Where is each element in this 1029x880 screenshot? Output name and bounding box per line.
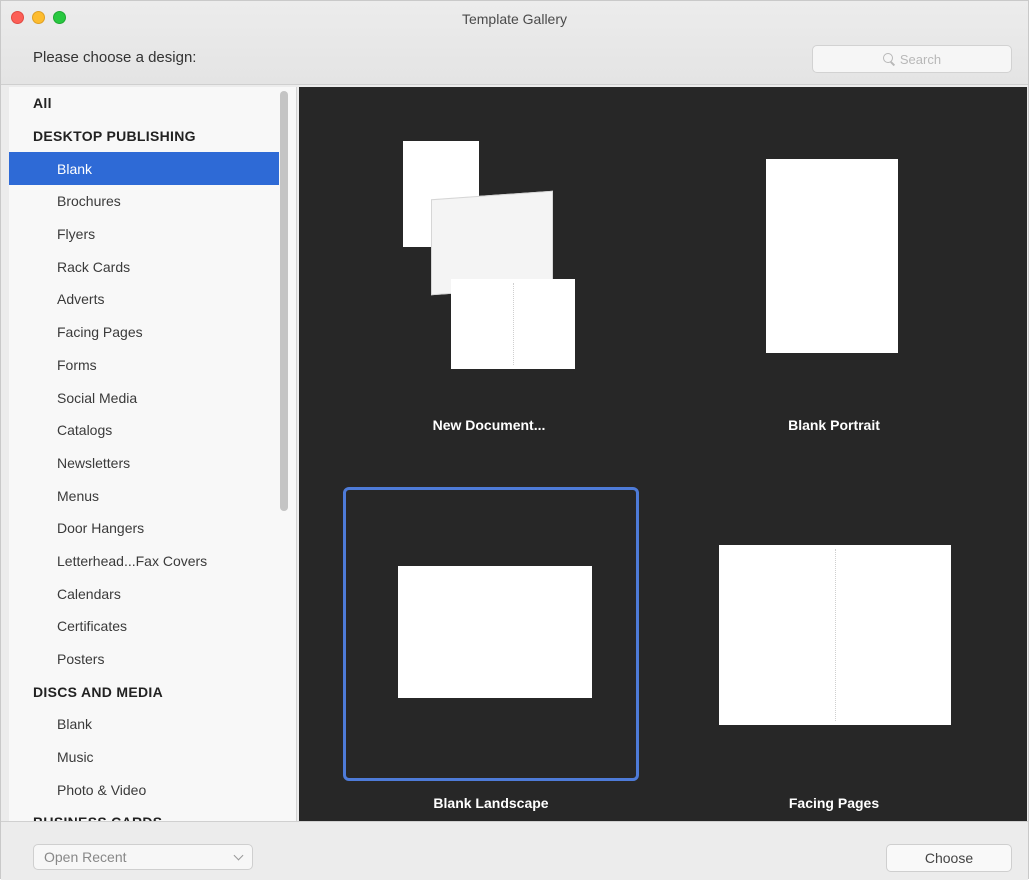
sidebar-item-forms[interactable]: Forms [9, 349, 277, 382]
search-icon [882, 53, 895, 65]
facing-pages-thumbnail [719, 545, 951, 725]
template-new-document[interactable]: New Document... [359, 127, 619, 447]
sidebar-item-brochures[interactable]: Brochures [9, 185, 277, 218]
template-gallery: New Document... Blank Portrait Blank Lan… [299, 87, 1027, 821]
sidebar-item-blank[interactable]: Blank [9, 708, 277, 741]
sidebar-item-posters[interactable]: Posters [9, 643, 277, 676]
landscape-thumbnail [398, 566, 592, 698]
sidebar-item-music[interactable]: Music [9, 741, 277, 774]
template-blank-landscape[interactable] [343, 487, 639, 781]
template-gallery-window: Template Gallery Please choose a design:… [0, 0, 1029, 880]
sidebar-section-all[interactable]: All [9, 87, 277, 120]
search-placeholder: Search [899, 51, 942, 67]
sidebar-item-catalogs[interactable]: Catalogs [9, 414, 277, 447]
sidebar-item-facing-pages[interactable]: Facing Pages [9, 316, 277, 349]
chevron-down-icon [233, 850, 244, 861]
template-label: Facing Pages [788, 795, 880, 811]
sidebar-item-adverts[interactable]: Adverts [9, 283, 277, 316]
sidebar-item-rack-cards[interactable]: Rack Cards [9, 250, 277, 283]
sidebar-section-desktop-publishing[interactable]: DESKTOP PUBLISHING [9, 120, 277, 153]
search-field[interactable]: Search [812, 45, 1012, 73]
title-bar: Template Gallery Please choose a design:… [1, 1, 1028, 85]
portrait-thumbnail [766, 159, 898, 353]
sidebar-item-social-media[interactable]: Social Media [9, 381, 277, 414]
open-recent-dropdown[interactable]: Open Recent [33, 844, 253, 870]
sidebar-item-letterhead-fax-covers[interactable]: Letterhead...Fax Covers [9, 545, 277, 578]
template-blank-portrait[interactable]: Blank Portrait [719, 127, 949, 447]
sidebar-item-newsletters[interactable]: Newsletters [9, 447, 277, 480]
sidebar-scrollbar[interactable] [280, 91, 288, 511]
bottom-bar: Open Recent Choose [1, 821, 1028, 880]
choose-design-prompt: Please choose a design: [33, 49, 197, 66]
sidebar-item-calendars[interactable]: Calendars [9, 577, 277, 610]
sidebar-item-photo-video[interactable]: Photo & Video [9, 773, 277, 806]
sidebar-item-certificates[interactable]: Certificates [9, 610, 277, 643]
sidebar-section-business-cards[interactable]: BUSINESS CARDS [9, 806, 277, 821]
open-recent-label: Open Recent [44, 849, 127, 865]
sidebar-item-menus[interactable]: Menus [9, 479, 277, 512]
template-label: Blank Portrait [788, 417, 880, 433]
category-sidebar: All DESKTOP PUBLISHING Blank Brochures Flyer… [9, 87, 297, 821]
category-list: All DESKTOP PUBLISHING Blank Brochures Flyer… [9, 87, 279, 821]
sidebar-item-blank[interactable]: Blank [9, 152, 279, 186]
template-facing-pages[interactable]: Facing Pages [709, 527, 959, 817]
sidebar-section-discs-and-media[interactable]: DISCS AND MEDIA [9, 675, 277, 708]
sidebar-item-flyers[interactable]: Flyers [9, 218, 277, 251]
facing-thumbnail [451, 279, 575, 369]
template-label: New Document... [432, 417, 546, 433]
template-label: Blank Landscape [433, 795, 549, 811]
window-title: Template Gallery [461, 11, 568, 27]
sidebar-item-door-hangers[interactable]: Door Hangers [9, 512, 277, 545]
choose-button[interactable]: Choose [886, 844, 1012, 872]
